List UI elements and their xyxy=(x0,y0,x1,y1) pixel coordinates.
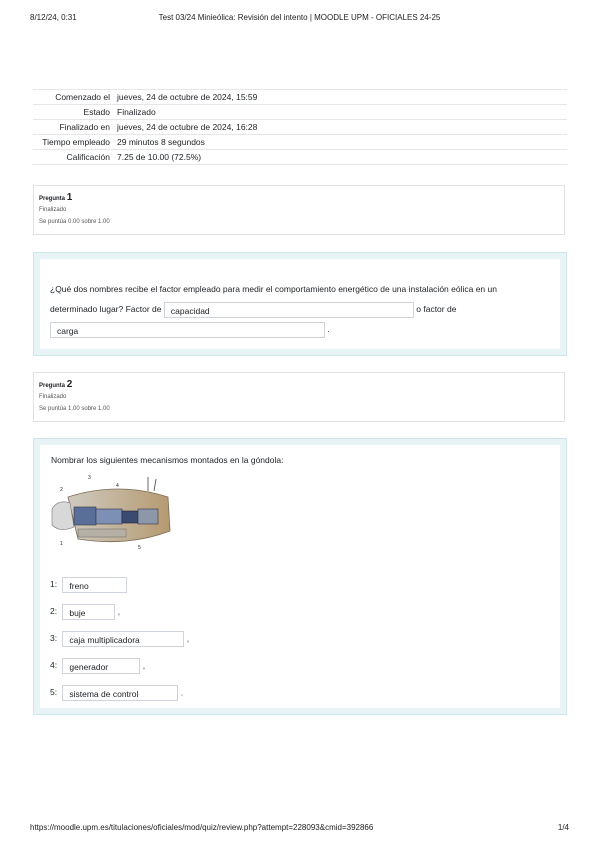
summary-row-state: Estado Finalizado xyxy=(33,104,567,119)
answer-suffix: , xyxy=(117,606,121,617)
question-2-text: Nombrar los siguientes mecanismos montad… xyxy=(51,455,284,465)
answer-input-3[interactable]: caja multiplicadora xyxy=(62,631,185,647)
answer-input-2[interactable]: buje xyxy=(62,604,116,620)
attempt-summary-table: Comenzado el jueves, 24 de octubre de 20… xyxy=(33,89,567,165)
nacelle-base xyxy=(77,528,127,538)
question-1-info: Pregunta 1 Finalizado Se puntúa 0.00 sob… xyxy=(33,185,565,235)
summary-label: Calificación xyxy=(66,152,110,162)
summary-label: Estado xyxy=(83,107,110,117)
answer-input-1[interactable]: capacidad xyxy=(163,301,414,318)
answer-row-5: 5: sistema de control . xyxy=(50,685,183,701)
answer-suffix: , xyxy=(186,633,190,644)
brake-component xyxy=(121,510,139,524)
question-prefix: Pregunta xyxy=(39,196,66,202)
summary-label: Tiempo empleado xyxy=(42,137,110,147)
question-2-content: Nombrar los siguientes mecanismos montad… xyxy=(33,438,567,715)
answer-input-5[interactable]: sistema de control xyxy=(62,685,179,701)
diagram-label-1: 1 xyxy=(60,541,63,547)
summary-label: Finalizado en xyxy=(59,122,110,132)
anemometer-mast xyxy=(153,478,157,492)
rotor-blade-root xyxy=(51,501,75,530)
question-number-value: 1 xyxy=(66,192,73,203)
print-header: 8/12/24, 0:31 Test 03/24 Minieólica: Rev… xyxy=(30,13,569,25)
question-grade: Se puntúa 0.00 sobre 1.00 xyxy=(39,219,110,225)
answer-number: 1: xyxy=(50,579,58,590)
answer-row-4: 4: generador , xyxy=(50,658,145,674)
hub-component xyxy=(73,506,97,526)
diagram-label-4: 4 xyxy=(116,483,119,489)
question-state: Finalizado xyxy=(39,394,67,400)
summary-row-time: Tiempo empleado 29 minutos 8 segundos xyxy=(33,134,567,149)
summary-value: jueves, 24 de octubre de 2024, 15:59 xyxy=(117,92,258,102)
summary-row-grade: Calificación 7.25 de 10.00 (72.5%) xyxy=(33,149,567,165)
diagram-label-2: 2 xyxy=(60,487,63,493)
summary-row-started: Comenzado el jueves, 24 de octubre de 20… xyxy=(33,89,567,104)
question-number-value: 2 xyxy=(66,379,73,390)
answer-input-2[interactable]: carga xyxy=(50,321,325,338)
answer-row-1: 1: freno xyxy=(50,577,128,593)
gearbox-component xyxy=(95,508,123,525)
answer-number: 4: xyxy=(50,660,58,671)
question-number: Pregunta 1 xyxy=(39,192,559,203)
diagram-label-5: 5 xyxy=(138,545,141,551)
question-prefix: Pregunta xyxy=(39,383,66,389)
answer-input-1[interactable]: freno xyxy=(62,577,128,593)
generator-component xyxy=(137,508,159,525)
diagram-label-3: 3 xyxy=(88,475,91,481)
question-2-formulation: Nombrar los siguientes mecanismos montad… xyxy=(40,445,560,708)
summary-value: jueves, 24 de octubre de 2024, 16:28 xyxy=(117,122,258,132)
answer-number: 2: xyxy=(50,606,58,617)
answer-number: 3: xyxy=(50,633,58,644)
answer-number: 5: xyxy=(50,687,58,698)
summary-label: Comenzado el xyxy=(55,92,110,102)
answer-suffix: . xyxy=(180,687,184,698)
question-state: Finalizado xyxy=(39,207,67,213)
summary-value: 29 minutos 8 segundos xyxy=(117,137,205,147)
question-text: o factor de xyxy=(416,304,457,314)
question-text-end: . xyxy=(327,324,330,334)
question-number: Pregunta 2 xyxy=(39,379,559,390)
summary-row-finished: Finalizado en jueves, 24 de octubre de 2… xyxy=(33,119,567,134)
page-number: 1/4 xyxy=(557,823,569,832)
summary-value: 7.25 de 10.00 (72.5%) xyxy=(117,152,202,162)
question-1-text: ¿Qué dos nombres recibe el factor emplea… xyxy=(50,279,520,339)
answer-row-3: 3: caja multiplicadora , xyxy=(50,631,189,647)
answer-suffix: , xyxy=(142,660,146,671)
print-title: Test 03/24 Minieólica: Revisión del inte… xyxy=(158,13,441,22)
page-url: https://moodle.upm.es/titulaciones/ofici… xyxy=(30,823,374,832)
answer-input-4[interactable]: generador xyxy=(62,658,141,674)
question-2-info: Pregunta 2 Finalizado Se puntúa 1.00 sob… xyxy=(33,372,565,422)
nacelle-diagram-image: 1 2 3 4 5 xyxy=(51,475,171,551)
question-grade: Se puntúa 1.00 sobre 1.00 xyxy=(39,406,110,412)
question-1-formulation: ¿Qué dos nombres recibe el factor emplea… xyxy=(40,259,560,349)
answer-row-2: 2: buje , xyxy=(50,604,120,620)
question-1-content: ¿Qué dos nombres recibe el factor emplea… xyxy=(33,252,567,356)
summary-value: Finalizado xyxy=(117,107,156,117)
